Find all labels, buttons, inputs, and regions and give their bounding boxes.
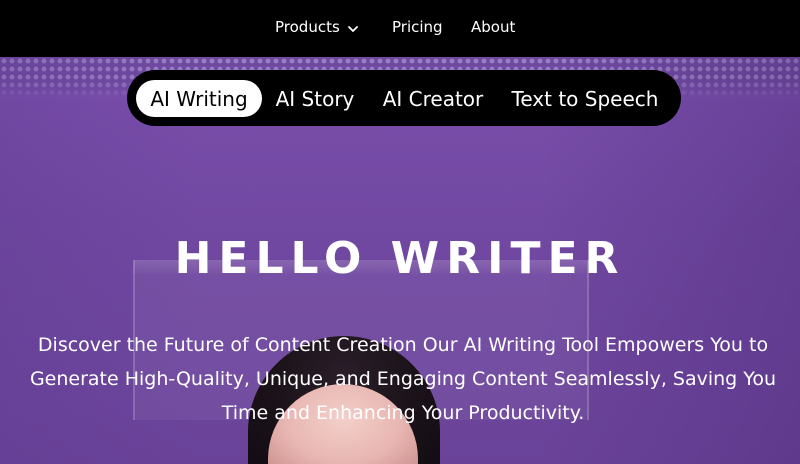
- nav-products-label: Products: [275, 18, 340, 36]
- nav-about-label: About: [471, 18, 516, 36]
- hero-title: HELLO WRITER: [174, 233, 626, 284]
- tab-ai-creator[interactable]: AI Creator: [376, 80, 490, 117]
- tab-text-to-speech[interactable]: Text to Speech: [505, 80, 665, 117]
- top-navigation: Products Pricing About: [0, 0, 800, 57]
- nav-products-dropdown[interactable]: Products: [275, 18, 359, 36]
- nav-pricing-label: Pricing: [392, 18, 443, 36]
- nav-about-link[interactable]: About: [471, 18, 515, 36]
- hero-description: Discover the Future of Content Creation …: [29, 334, 777, 424]
- tab-ai-story[interactable]: AI Story: [270, 80, 360, 117]
- tab-ai-writing[interactable]: AI Writing: [136, 80, 262, 117]
- nav-pricing-link[interactable]: Pricing: [392, 18, 443, 36]
- chevron-down-icon: [347, 21, 359, 33]
